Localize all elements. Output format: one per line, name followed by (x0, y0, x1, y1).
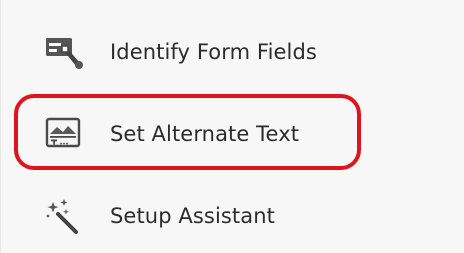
setup-assistant-icon (39, 194, 89, 238)
identify-form-fields-label: Identify Form Fields (110, 40, 317, 64)
alternate-text-icon (39, 112, 89, 156)
identify-form-fields-button[interactable]: Identify Form Fields (1, 20, 464, 84)
tools-panel: Identify Form Fields Set Alternate Text (0, 0, 464, 253)
set-alternate-text-button[interactable]: Set Alternate Text (1, 102, 464, 166)
setup-assistant-button[interactable]: Setup Assistant (1, 184, 464, 248)
identify-form-fields-icon (39, 30, 89, 74)
set-alternate-text-label: Set Alternate Text (110, 122, 300, 146)
setup-assistant-label: Setup Assistant (110, 204, 275, 228)
